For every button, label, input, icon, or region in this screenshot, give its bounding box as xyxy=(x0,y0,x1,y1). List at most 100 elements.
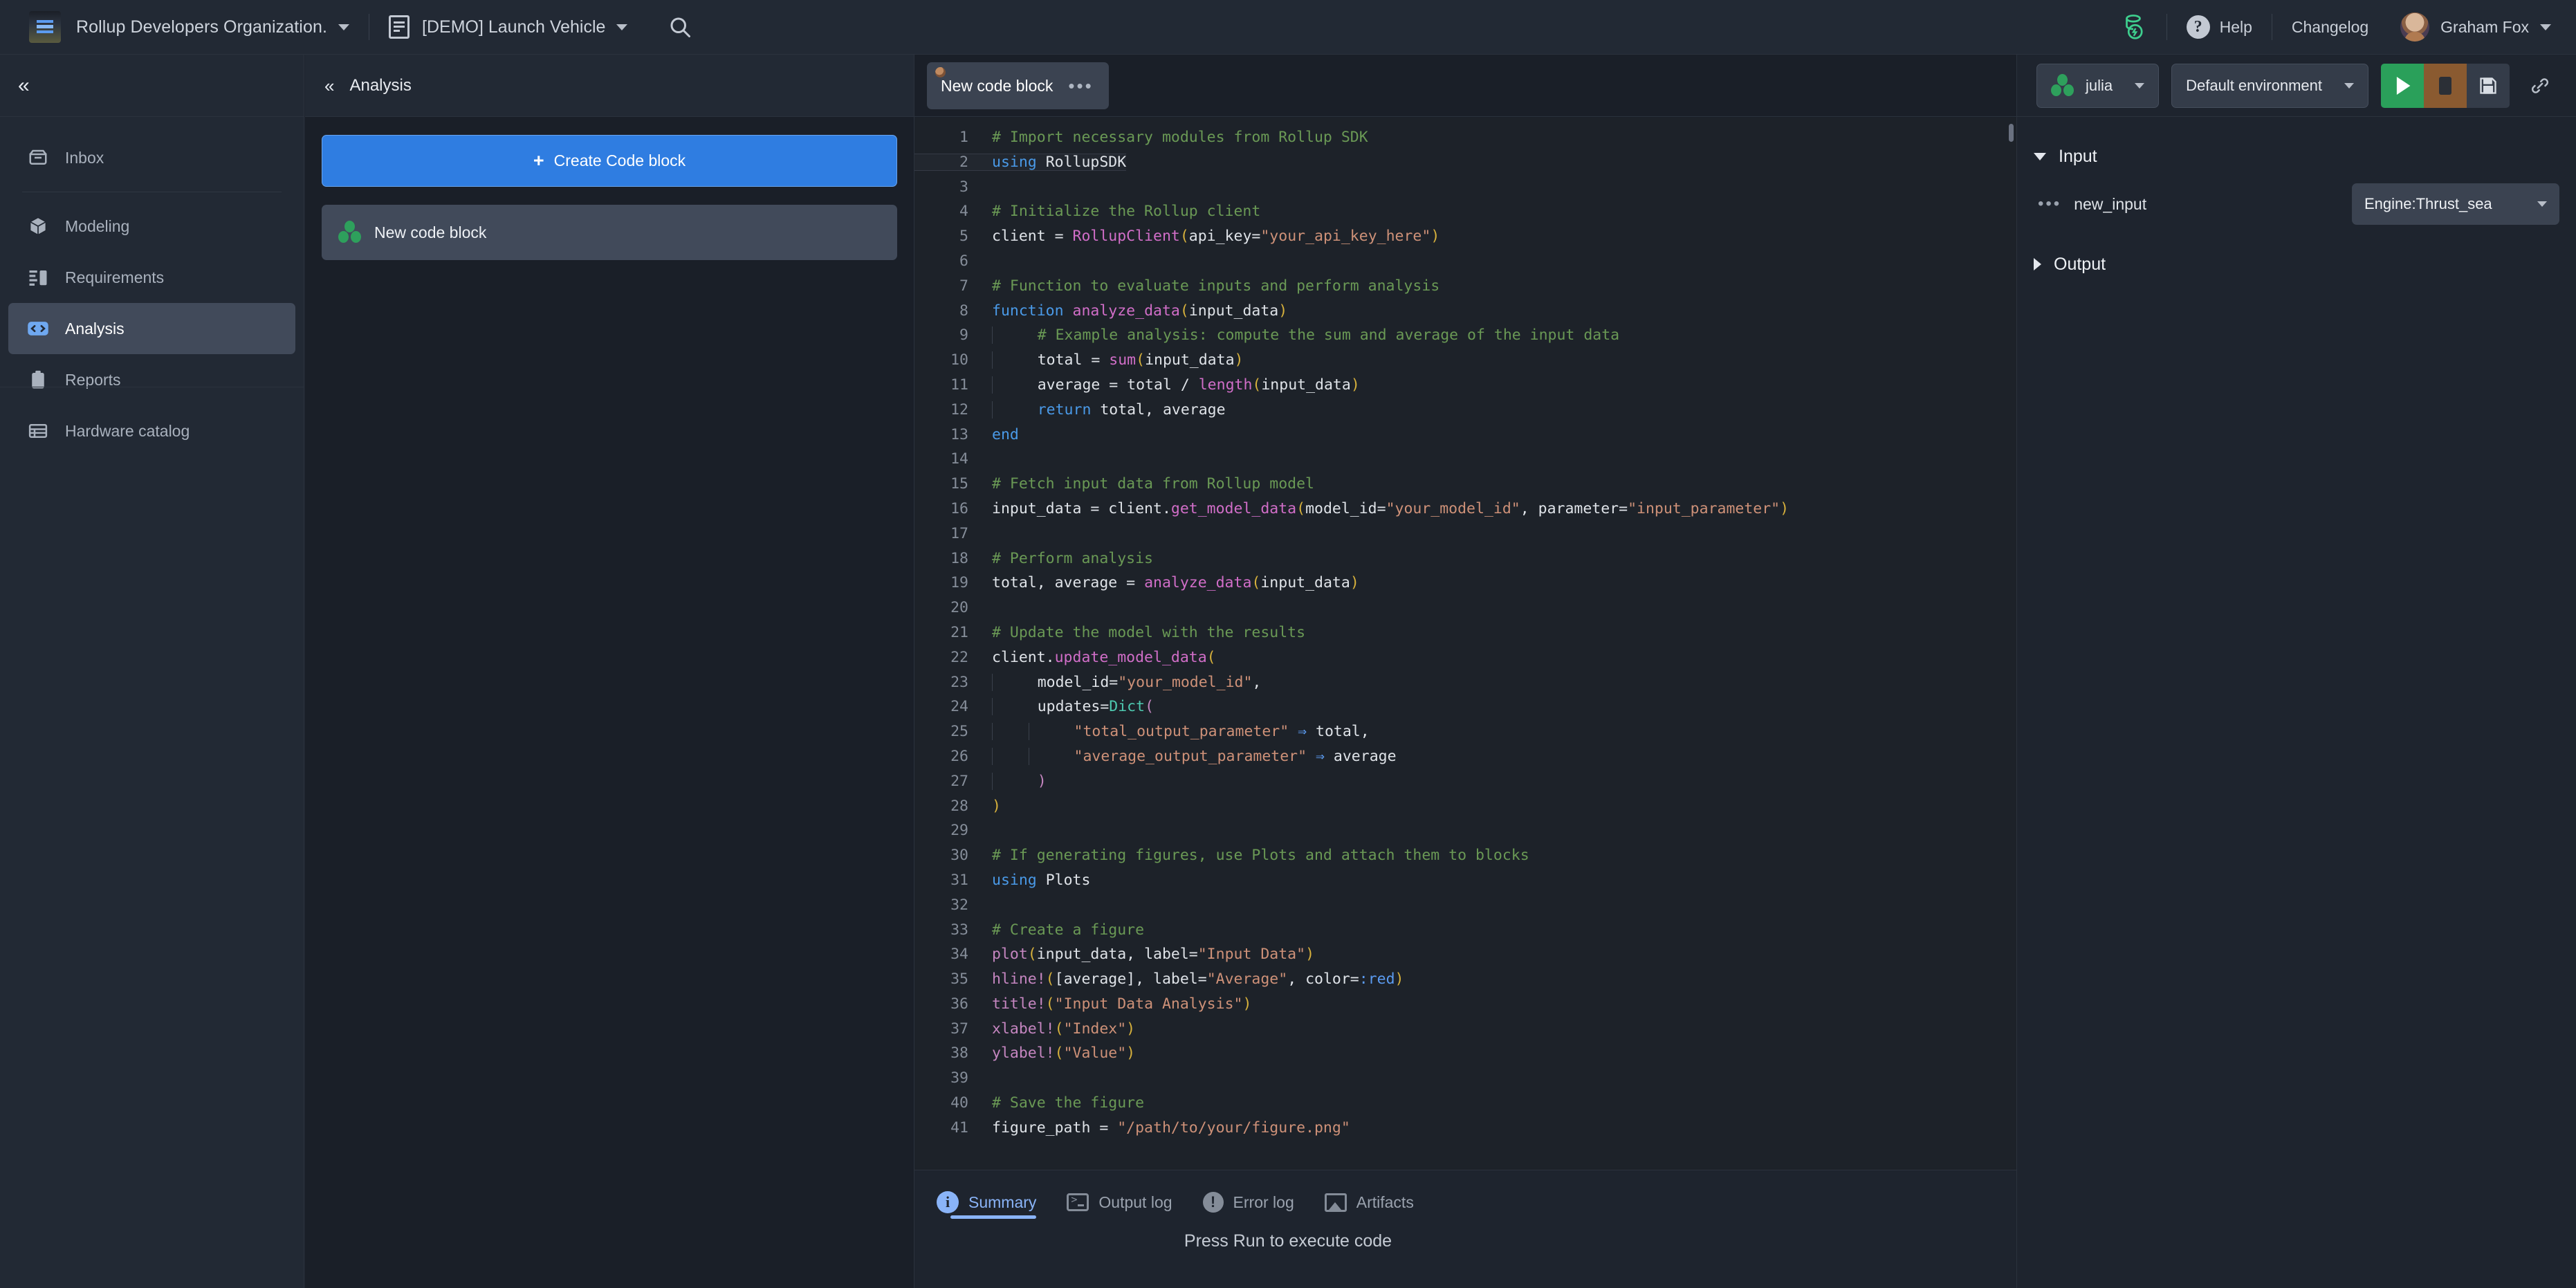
sidebar-item-reports[interactable]: Reports xyxy=(8,354,295,405)
environment-selector[interactable]: Default environment xyxy=(2171,63,2368,108)
input-value-select[interactable]: Engine:Thrust_sea xyxy=(2352,183,2559,225)
line-number: 23 xyxy=(950,673,968,691)
line-number: 37 xyxy=(950,1020,968,1038)
code-editor-panel: New code block ••• 1 # Import necessary m… xyxy=(914,55,2016,1288)
bottom-tab-bar: i Summary Output log ! Error log Artifac… xyxy=(914,1170,2016,1234)
sidebar-item-requirements[interactable]: Requirements xyxy=(8,252,295,303)
input-row: ••• new_input Engine:Thrust_sea xyxy=(2034,174,2559,234)
row-menu-icon[interactable]: ••• xyxy=(2038,196,2061,212)
search-icon[interactable] xyxy=(663,10,697,44)
rollup-status-icon[interactable] xyxy=(2119,12,2147,42)
analysis-panel-header: « Analysis xyxy=(305,55,914,117)
code-line: 5 client = RollupClient(api_key="your_api… xyxy=(914,228,1439,245)
code-line: 30 # If generating figures, use Plots and… xyxy=(914,847,1529,864)
line-number: 14 xyxy=(950,450,968,468)
sidebar-item-label: Analysis xyxy=(65,319,125,338)
code-line: 19 total, average = analyze_data(input_da… xyxy=(914,574,1359,591)
panel-collapse-icon[interactable]: « xyxy=(324,77,334,95)
line-number: 21 xyxy=(950,623,968,641)
output-section-header[interactable]: Output xyxy=(2034,246,2559,282)
stop-button[interactable] xyxy=(2424,63,2467,108)
language-selector[interactable]: julia xyxy=(2036,63,2160,108)
line-number: 24 xyxy=(950,698,968,716)
code-line: 24 updates=Dict( xyxy=(914,698,1154,716)
cube-icon xyxy=(24,216,53,237)
copy-link-button[interactable] xyxy=(2522,75,2558,96)
language-label: julia xyxy=(2085,76,2113,94)
alert-icon: ! xyxy=(1202,1192,1224,1213)
sidebar-item-analysis[interactable]: Analysis xyxy=(8,303,295,354)
run-controls xyxy=(2381,63,2510,108)
code-line: 21 # Update the model with the results xyxy=(914,624,1305,641)
document-icon xyxy=(389,15,410,39)
code-line: 9 # Example analysis: compute the sum an… xyxy=(914,326,1619,344)
code-line: 1 # Import necessary modules from Rollup … xyxy=(914,129,1368,146)
line-number: 8 xyxy=(959,302,968,320)
tab-label: Output log xyxy=(1098,1193,1172,1211)
line-number: 7 xyxy=(959,277,968,295)
code-line: 8 function analyze_data(input_data) xyxy=(914,302,1287,320)
line-number: 9 xyxy=(959,326,968,344)
code-line: 16 input_data = client.get_model_data(mod… xyxy=(914,500,1789,517)
help-button[interactable]: ? Help xyxy=(2186,15,2252,39)
code-area[interactable]: 1 # Import necessary modules from Rollup … xyxy=(914,118,2016,1170)
line-number: 40 xyxy=(950,1094,968,1112)
code-line: 20 xyxy=(914,599,992,616)
analysis-panel: « Analysis + Create Code block New code … xyxy=(305,55,914,1288)
user-chevron-down-icon[interactable] xyxy=(2540,24,2551,30)
right-panel: julia Default environment Input ••• new_… xyxy=(915,55,2576,1288)
inbox-icon xyxy=(24,147,53,168)
divider xyxy=(2166,14,2167,40)
question-mark-icon: ? xyxy=(2186,15,2210,39)
tab-artifacts[interactable]: Artifacts xyxy=(1324,1170,1414,1234)
help-label: Help xyxy=(2219,17,2252,36)
organization-logo-icon xyxy=(29,11,61,43)
code-line: 22 client.update_model_data( xyxy=(914,649,1216,666)
tab-summary[interactable]: i Summary xyxy=(937,1170,1037,1234)
organization-chevron-down-icon[interactable] xyxy=(338,24,350,30)
code-line: 7 # Function to evaluate inputs and perfo… xyxy=(914,277,1439,295)
line-number: 25 xyxy=(950,723,968,741)
chevron-down-icon xyxy=(2135,82,2145,89)
changelog-link[interactable]: Changelog xyxy=(2292,18,2368,37)
sidebar-collapse-button[interactable]: « xyxy=(0,55,304,117)
sidebar-item-modeling[interactable]: Modeling xyxy=(8,201,295,252)
line-number: 13 xyxy=(950,425,968,443)
avatar[interactable] xyxy=(2400,12,2430,42)
code-line: 3 xyxy=(914,178,992,196)
right-panel-body: Input ••• new_input Engine:Thrust_sea Ou… xyxy=(2017,118,2576,1288)
input-section-header[interactable]: Input xyxy=(2034,138,2559,174)
line-number: 38 xyxy=(950,1045,968,1062)
code-line: 33 # Create a figure xyxy=(914,921,1144,939)
code-line: 23 model_id="your_model_id", xyxy=(914,673,1261,691)
run-button[interactable] xyxy=(2381,63,2424,108)
line-number: 3 xyxy=(959,178,968,196)
tab-label: Artifacts xyxy=(1356,1193,1414,1211)
line-number: 29 xyxy=(950,822,968,840)
line-number: 33 xyxy=(950,921,968,939)
code-line: 11 average = total / length(input_data) xyxy=(914,376,1360,394)
code-line: 40 # Save the figure xyxy=(914,1094,1144,1112)
section-title: Input xyxy=(2059,146,2097,166)
code-line: 38 ylabel!("Value") xyxy=(914,1045,1135,1062)
code-content[interactable]: 1 # Import necessary modules from Rollup … xyxy=(914,118,2016,1141)
line-number: 12 xyxy=(950,401,968,418)
sidebar-item-inbox[interactable]: Inbox xyxy=(8,132,295,183)
tab-error-log[interactable]: ! Error log xyxy=(1202,1170,1294,1234)
code-line: 36 title!("Input Data Analysis") xyxy=(914,995,1251,1013)
sidebar-item-hardware-catalog[interactable]: Hardware catalog xyxy=(8,405,295,457)
code-line: 15 # Fetch input data from Rollup model xyxy=(914,475,1314,493)
save-button[interactable] xyxy=(2467,63,2510,108)
create-code-block-button[interactable]: + Create Code block xyxy=(322,135,897,187)
document-chevron-down-icon[interactable] xyxy=(616,24,628,30)
line-number: 35 xyxy=(950,970,968,988)
stop-icon xyxy=(2439,76,2451,95)
line-number: 19 xyxy=(950,574,968,592)
sidebar-item-label: Requirements xyxy=(65,268,165,286)
line-number: 15 xyxy=(950,475,968,493)
code-line: 32 xyxy=(914,896,992,914)
line-number: 31 xyxy=(950,871,968,889)
list-item[interactable]: New code block xyxy=(322,205,897,260)
tab-output-log[interactable]: Output log xyxy=(1067,1170,1172,1234)
line-number: 11 xyxy=(950,376,968,394)
